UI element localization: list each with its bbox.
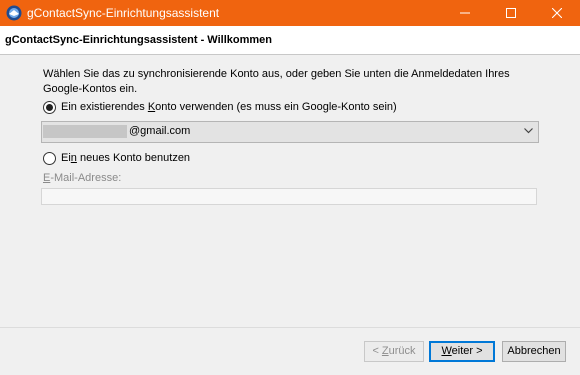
label-part: -Mail-Adresse: [50, 172, 122, 184]
existing-account-radio[interactable] [43, 101, 56, 114]
existing-account-label[interactable]: Ein existierendes Konto verwenden (es mu… [61, 101, 397, 113]
next-button[interactable]: Weiter > [429, 341, 495, 362]
cancel-button[interactable]: Abbrechen [502, 341, 566, 362]
accelerator-key: W [441, 345, 452, 357]
title-bar: gContactSync-Einrichtungsassistent [0, 0, 580, 26]
maximize-button[interactable] [488, 0, 534, 26]
account-select-value: @gmail.com [129, 125, 191, 137]
minimize-icon [460, 12, 470, 14]
window-title: gContactSync-Einrichtungsassistent [27, 6, 220, 20]
email-field[interactable] [41, 188, 537, 205]
wizard-header: gContactSync-Einrichtungsassistent - Wil… [0, 26, 580, 55]
email-label: E-Mail-Adresse: [43, 172, 121, 184]
page-title: gContactSync-Einrichtungsassistent - Wil… [5, 34, 272, 46]
label-part: onto verwenden (es muss ein Google-Konto… [155, 101, 397, 113]
close-button[interactable] [534, 0, 580, 26]
label-part: neues Konto benutzen [76, 152, 191, 164]
chevron-down-icon [524, 128, 533, 134]
accelerator-key: Z [381, 345, 389, 357]
label-part: < [372, 345, 382, 357]
thunderbird-app-icon [6, 5, 22, 21]
wizard-content: Wählen Sie das zu synchronisierende Kont… [0, 55, 580, 325]
new-account-radio[interactable] [43, 152, 56, 165]
label-part: Ein existierendes [61, 101, 148, 113]
back-button[interactable]: < Zurück [364, 341, 424, 362]
close-icon [552, 8, 562, 18]
label-part: urück [388, 345, 416, 357]
maximize-icon [506, 8, 516, 18]
footer-divider [0, 327, 580, 328]
minimize-button[interactable] [442, 0, 488, 26]
account-select[interactable]: @gmail.com [41, 121, 539, 143]
new-account-label[interactable]: Ein neues Konto benutzen [61, 152, 190, 164]
label-part: Ei [61, 152, 71, 164]
label-part: eiter > [451, 345, 483, 357]
redacted-username [43, 125, 127, 138]
intro-text: Wählen Sie das zu synchronisierende Kont… [43, 68, 510, 95]
